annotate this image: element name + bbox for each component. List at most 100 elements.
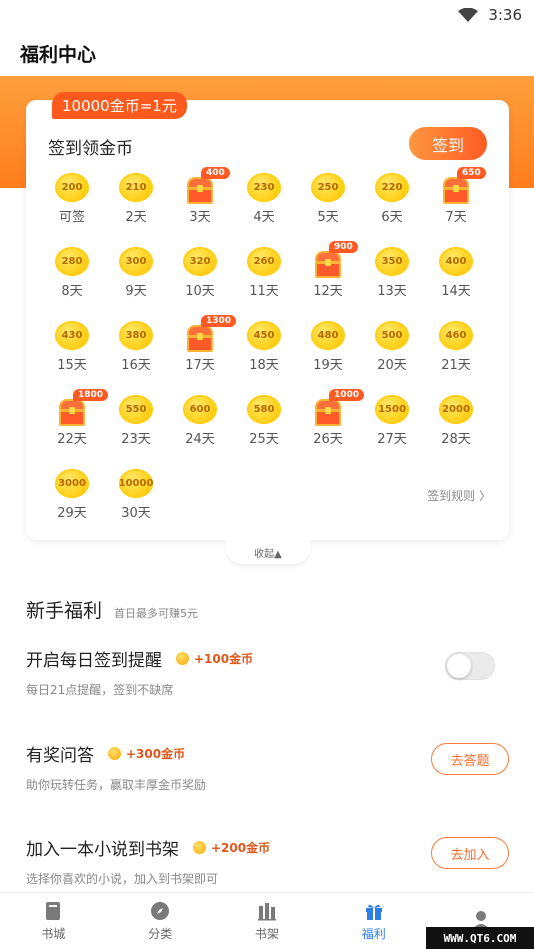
coin-icon: 250 [311,173,345,202]
day-label: 19天 [313,358,343,373]
chest-reward-badge: 650 [457,167,486,179]
coin-icon: 220 [375,173,409,202]
coin-icon: 430 [55,321,89,350]
chest-reward-badge: 400 [201,167,230,179]
day-label: 22天 [57,432,87,447]
coin-icon: 320 [183,247,217,276]
tab-category[interactable]: 分类 [107,893,214,949]
task-name: 有奖问答 [26,746,94,766]
collapse-button[interactable]: 收起▲ [226,540,310,564]
coin-icon: 300 [119,247,153,276]
day-label: 4天 [253,210,275,225]
collapse-label: 收起▲ [254,548,282,560]
signin-day: 2000 28天 [424,395,488,447]
signin-day: 500 20天 [360,321,424,373]
signin-day: 1500 27天 [360,395,424,447]
coin-icon: 210 [119,173,153,202]
signin-rules-link[interactable]: 签到规则 〉 [427,487,491,504]
signin-day: 650 7天 [424,167,488,225]
task-desc: 每日21点提醒，签到不缺席 [26,683,174,697]
day-label: 20天 [377,358,407,373]
sign-in-button[interactable]: 签到 [409,127,487,160]
day-label: 12天 [313,284,343,299]
day-label: 7天 [445,210,467,225]
signin-day: 480 19天 [296,321,360,373]
signin-day-grid: 200 可签 210 2天 400 3天 230 4天 250 5天 220 6天 650 7天 280 8天… [40,167,496,521]
day-label: 14天 [441,284,471,299]
task-desc: 选择你喜欢的小说，加入到书架即可 [26,872,219,886]
signin-day: 580 25天 [232,395,296,447]
coin-icon: 580 [247,395,281,424]
day-label: 可签 [58,210,85,225]
signin-day: 250 5天 [296,173,360,225]
coin-icon: 200 [55,173,89,202]
day-label: 25天 [249,432,279,447]
newbie-section-header: 新手福利 首日最多可赚5元 [26,596,198,623]
task-name: 加入一本小说到书架 [26,840,179,860]
day-label: 21天 [441,358,471,373]
chest-reward-badge: 900 [329,241,358,253]
task-quiz: 有奖问答 +300金币 助你玩转任务，赢取丰厚金币奖励 去答题 [26,741,509,793]
signin-day: 230 4天 [232,173,296,225]
day-label: 6天 [381,210,403,225]
day-label: 30天 [121,506,151,521]
task-reward-text: +300金币 [126,747,186,761]
coin-icon: 350 [375,247,409,276]
add-shelf-button[interactable]: 去加入 [431,837,509,869]
signin-day: 260 11天 [232,247,296,299]
book-icon [46,902,61,920]
chest-reward-badge: 1300 [201,315,237,327]
day-label: 3天 [189,210,211,225]
signin-day: 220 6天 [360,173,424,225]
header: 福利中心 [0,30,534,76]
task-reward-text: +100金币 [194,652,254,666]
quiz-button[interactable]: 去答题 [431,743,509,775]
signin-card: 10000金币=1元 签到领金币 签到 200 可签 210 2天 400 3天 230 4天… [26,92,509,540]
bookshelf-icon [257,903,276,921]
task-desc: 助你玩转任务，赢取丰厚金币奖励 [26,778,207,792]
signin-day: 1000 26天 [296,389,365,447]
tab-bookstore[interactable]: 书城 [0,893,107,949]
tab-label: 书架 [254,927,279,941]
day-label: 5天 [317,210,339,225]
wifi-icon [458,8,479,22]
chest-reward-badge: 1000 [329,389,365,401]
signin-day: 300 9天 [104,247,168,299]
coin-icon: 450 [247,321,281,350]
signin-day: 450 18天 [232,321,296,373]
page-title: 福利中心 [20,43,97,66]
reminder-toggle[interactable] [445,652,495,680]
day-label: 24天 [185,432,215,447]
day-label: 2天 [125,210,147,225]
signin-day: 460 21天 [424,321,488,373]
signin-day: 3000 29天 [40,469,104,521]
watermark: WWW.QT6.COM [426,927,534,949]
day-label: 29天 [57,506,87,521]
coin-icon: 280 [55,247,89,276]
tab-label: 分类 [148,927,173,941]
coin-icon [193,841,206,854]
signin-day: 1300 17天 [168,315,237,373]
tab-label: 书城 [41,927,66,941]
status-time: 3:36 [488,6,522,24]
coin-icon: 380 [119,321,153,350]
day-label: 11天 [249,284,279,299]
newbie-title: 新手福利 [26,600,103,622]
signin-day: 550 23天 [104,395,168,447]
task-reward-text: +200金币 [211,841,271,855]
signin-day: 400 14天 [424,247,488,299]
day-label: 16天 [121,358,151,373]
signin-day: 380 16天 [104,321,168,373]
chest-reward-badge: 1800 [73,389,109,401]
day-label: 26天 [313,432,343,447]
coin-icon: 550 [119,395,153,424]
gift-icon [365,904,382,920]
coin-icon [176,652,189,665]
day-label: 27天 [377,432,407,447]
tab-welfare[interactable]: 福利 [320,893,427,949]
day-label: 13天 [377,284,407,299]
tab-bookshelf[interactable]: 书架 [214,893,321,949]
day-label: 10天 [185,284,215,299]
signin-day: 200 可签 [40,173,104,225]
coin-icon: 10000 [119,469,153,498]
